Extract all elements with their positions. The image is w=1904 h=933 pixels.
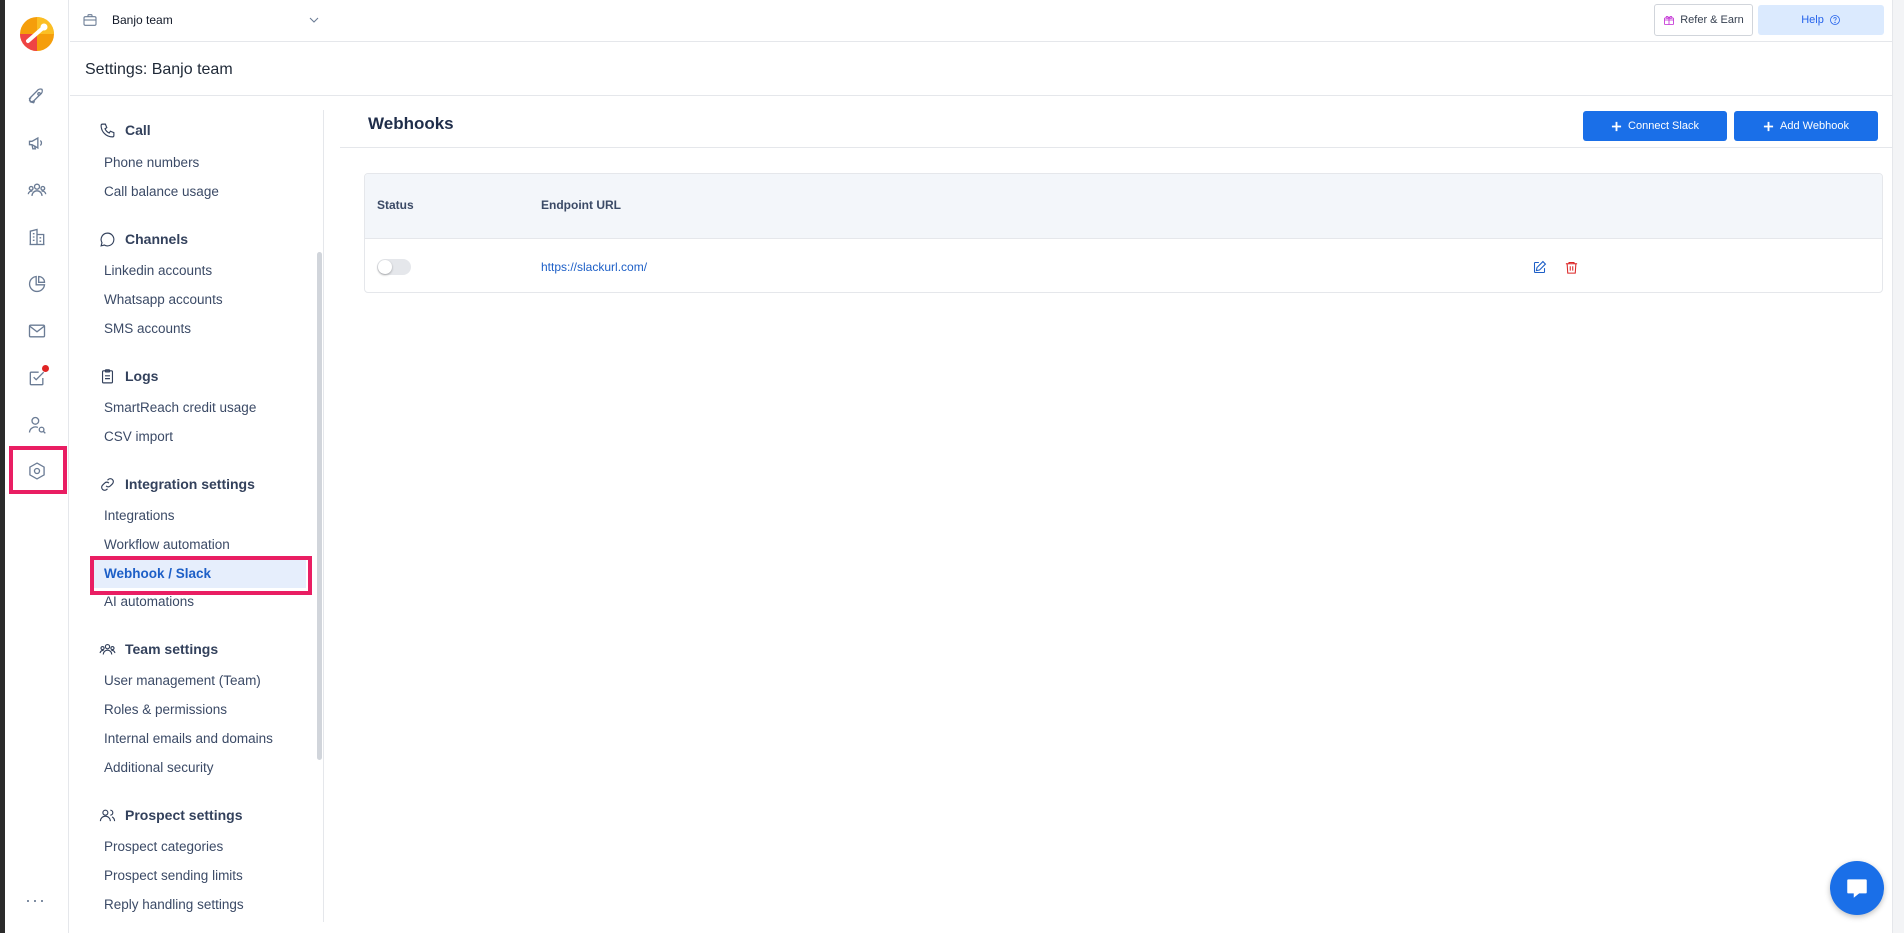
connect-slack-label: Connect Slack <box>1628 120 1699 132</box>
team-switcher[interactable]: Banjo team <box>82 8 322 32</box>
settings-sidenav: Call Phone numbers Call balance usage Ch… <box>70 110 324 922</box>
section-title: Webhooks <box>368 114 454 133</box>
chat-support-button[interactable] <box>1830 861 1884 915</box>
app-logo-icon[interactable] <box>18 15 56 53</box>
users-icon <box>99 809 116 821</box>
add-webhook-label: Add Webhook <box>1780 120 1849 132</box>
add-webhook-button[interactable]: Add Webhook <box>1734 111 1878 141</box>
team-icon <box>99 643 116 655</box>
table-header: Status Endpoint URL <box>365 174 1882 239</box>
mail-icon[interactable] <box>22 316 52 346</box>
nav-call-balance-usage[interactable]: Call balance usage <box>104 182 219 202</box>
help-label: Help <box>1801 14 1824 26</box>
nav-ai-automations[interactable]: AI automations <box>104 592 194 612</box>
building-icon[interactable] <box>22 222 52 252</box>
app-rail: ··· <box>5 0 69 933</box>
gift-icon <box>1664 16 1675 25</box>
megaphone-icon[interactable] <box>22 128 52 158</box>
nav-sms-accounts[interactable]: SMS accounts <box>104 319 191 339</box>
nav-phone-numbers[interactable]: Phone numbers <box>104 153 199 173</box>
task-check-icon[interactable] <box>22 363 52 393</box>
pie-chart-icon[interactable] <box>22 269 52 299</box>
nav-linkedin-accounts[interactable]: Linkedin accounts <box>104 261 212 281</box>
refer-and-earn-button[interactable]: Refer & Earn <box>1654 4 1753 36</box>
nav-group-prospect-settings: Prospect settings <box>99 805 242 825</box>
nav-whatsapp-accounts[interactable]: Whatsapp accounts <box>104 290 223 310</box>
notification-dot <box>42 365 49 372</box>
edit-icon[interactable] <box>1529 257 1549 277</box>
rocket-icon[interactable] <box>22 81 52 111</box>
nav-prospect-sending-limits[interactable]: Prospect sending limits <box>104 866 243 886</box>
main-content: Webhooks Connect Slack Add Webhook Statu… <box>340 96 1892 933</box>
nav-smartreach-credit-usage[interactable]: SmartReach credit usage <box>104 398 256 418</box>
user-search-icon[interactable] <box>22 410 52 440</box>
nav-additional-security[interactable]: Additional security <box>104 758 214 778</box>
delete-icon[interactable] <box>1561 257 1581 277</box>
window-right-scrollbar[interactable] <box>1892 0 1904 933</box>
clipboard-icon <box>101 368 114 383</box>
webhooks-table: Status Endpoint URL https://slackurl.com… <box>364 173 1883 293</box>
question-circle-icon <box>1829 15 1840 25</box>
nav-roles-permissions[interactable]: Roles & permissions <box>104 700 227 720</box>
page-title: Settings: Banjo team <box>85 61 233 78</box>
chat-icon <box>1847 879 1867 898</box>
top-bar: Banjo team Refer & Earn Help <box>70 0 1892 42</box>
nav-user-management[interactable]: User management (Team) <box>104 671 261 691</box>
webhook-slack-highlight-box <box>90 556 312 595</box>
briefcase-icon <box>83 14 97 26</box>
nav-group-team-settings: Team settings <box>99 639 218 659</box>
column-header-endpoint-url: Endpoint URL <box>541 198 621 212</box>
toggle-knob <box>378 260 392 274</box>
settings-header: Settings: Banjo team <box>70 42 1892 96</box>
nav-reply-handling-settings[interactable]: Reply handling settings <box>104 895 244 915</box>
table-row: https://slackurl.com/ <box>365 239 1882 292</box>
nav-integrations[interactable]: Integrations <box>104 506 175 526</box>
refer-label: Refer & Earn <box>1680 14 1744 26</box>
nav-internal-emails-domains[interactable]: Internal emails and domains <box>104 729 273 749</box>
plus-icon <box>1763 121 1774 131</box>
nav-workflow-automation[interactable]: Workflow automation <box>104 535 230 555</box>
column-header-status: Status <box>377 198 414 212</box>
chevron-down-icon <box>309 17 319 23</box>
endpoint-url-link[interactable]: https://slackurl.com/ <box>541 260 647 274</box>
connect-slack-button[interactable]: Connect Slack <box>1583 111 1727 141</box>
nav-group-logs: Logs <box>99 366 158 386</box>
team-name: Banjo team <box>112 13 173 27</box>
status-toggle[interactable] <box>377 259 411 275</box>
chat-bubble-icon <box>100 232 115 247</box>
section-divider <box>340 147 1892 148</box>
nav-csv-import[interactable]: CSV import <box>104 427 173 447</box>
link-icon <box>101 477 114 491</box>
people-icon[interactable] <box>22 175 52 205</box>
nav-group-channels: Channels <box>99 229 188 249</box>
more-dots-icon[interactable]: ··· <box>25 890 46 911</box>
nav-group-integration-settings: Integration settings <box>99 474 255 494</box>
help-button[interactable]: Help <box>1758 5 1884 35</box>
phone-icon <box>100 123 115 137</box>
plus-icon <box>1611 121 1622 131</box>
nav-prospect-categories[interactable]: Prospect categories <box>104 837 223 857</box>
sidenav-scrollbar[interactable] <box>317 252 322 760</box>
nav-group-call: Call <box>99 120 151 140</box>
settings-highlight-box <box>9 446 67 494</box>
